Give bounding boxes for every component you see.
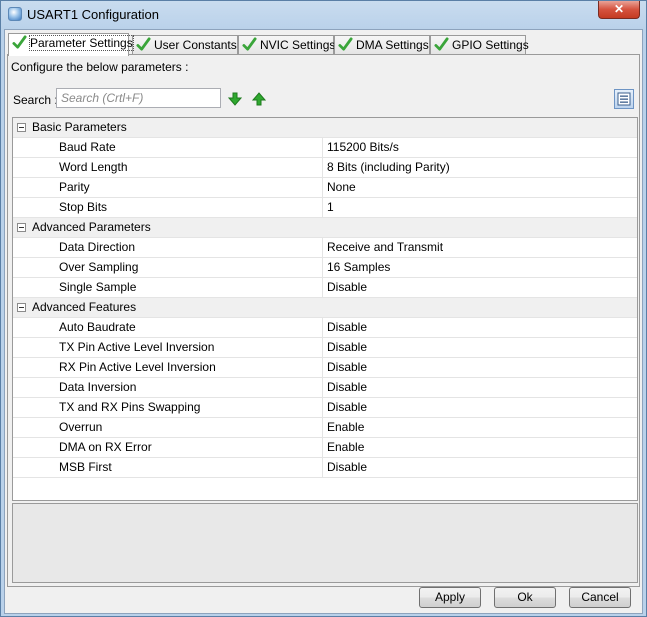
parameter-row[interactable]: MSB First Disable [13, 458, 637, 478]
parameter-row[interactable]: Word Length 8 Bits (including Parity) [13, 158, 637, 178]
parameter-row[interactable]: Baud Rate 115200 Bits/s [13, 138, 637, 158]
parameter-grid: Basic Parameters Baud Rate 115200 Bits/s … [12, 117, 638, 501]
dialog-client-area: Parameter Settings User Constants NVIC S… [4, 29, 643, 614]
close-button[interactable]: ✕ [598, 1, 640, 19]
parameter-name: Overrun [59, 420, 103, 434]
parameter-name: RX Pin Active Level Inversion [59, 360, 216, 374]
parameter-value[interactable]: Enable [322, 438, 627, 457]
check-icon [242, 37, 257, 51]
app-icon [8, 7, 22, 21]
parameter-value[interactable]: 8 Bits (including Parity) [322, 158, 627, 177]
search-input[interactable] [56, 88, 221, 108]
parameter-name: Parity [59, 180, 90, 194]
collapse-minus-icon[interactable] [17, 123, 26, 132]
ok-button[interactable]: Ok [494, 587, 556, 608]
tab-dma-settings[interactable]: DMA Settings [334, 35, 430, 55]
parameter-value[interactable]: Disable [322, 458, 627, 477]
configuration-dialog: USART1 Configuration ✕ Parameter Setting… [0, 0, 647, 617]
tab-label: User Constants [154, 38, 237, 52]
parameter-row[interactable]: Overrun Enable [13, 418, 637, 438]
parameter-name: TX Pin Active Level Inversion [59, 340, 215, 354]
tab-label: Parameter Settings [29, 35, 134, 51]
apply-button[interactable]: Apply [419, 587, 481, 608]
parameter-row[interactable]: Data Inversion Disable [13, 378, 637, 398]
parameter-value[interactable]: Disable [322, 278, 627, 297]
group-header[interactable]: Basic Parameters [13, 118, 637, 138]
tab-gpio-settings[interactable]: GPIO Settings [430, 35, 529, 55]
parameter-value[interactable]: 1 [322, 198, 627, 217]
parameter-value[interactable]: Enable [322, 418, 627, 437]
arrow-down-green-icon[interactable] [228, 92, 242, 106]
parameter-name: Single Sample [59, 280, 137, 294]
description-panel [12, 503, 638, 583]
tab-user-constants[interactable]: User Constants [132, 35, 238, 55]
parameter-name: Auto Baudrate [59, 320, 136, 334]
parameter-row[interactable]: Over Sampling 16 Samples [13, 258, 637, 278]
parameter-value[interactable]: 16 Samples [322, 258, 627, 277]
parameter-row[interactable]: Parity None [13, 178, 637, 198]
parameter-settings-panel: Configure the below parameters : Search … [7, 54, 640, 587]
parameter-value[interactable]: Disable [322, 398, 627, 417]
parameter-row[interactable]: Stop Bits 1 [13, 198, 637, 218]
group-label: Advanced Parameters [32, 220, 151, 234]
check-icon [12, 35, 27, 49]
parameter-row[interactable]: Data Direction Receive and Transmit [13, 238, 637, 258]
parameter-row[interactable]: TX and RX Pins Swapping Disable [13, 398, 637, 418]
parameter-name: Stop Bits [59, 200, 108, 214]
parameter-value[interactable]: Disable [322, 318, 627, 337]
window-title: USART1 Configuration [27, 7, 159, 22]
parameter-name: Data Inversion [59, 380, 137, 394]
collapse-minus-icon[interactable] [17, 223, 26, 232]
tab-label: GPIO Settings [452, 38, 529, 52]
parameter-value[interactable]: None [322, 178, 627, 197]
parameter-value[interactable]: Disable [322, 378, 627, 397]
list-view-icon [617, 92, 631, 106]
title-bar[interactable]: USART1 Configuration ✕ [1, 1, 646, 28]
tab-parameter-settings[interactable]: Parameter Settings [8, 33, 134, 56]
parameter-row[interactable]: Auto Baudrate Disable [13, 318, 637, 338]
parameter-row[interactable]: TX Pin Active Level Inversion Disable [13, 338, 637, 358]
parameter-row[interactable]: DMA on RX Error Enable [13, 438, 637, 458]
parameter-value[interactable]: 115200 Bits/s [322, 138, 627, 157]
group-header[interactable]: Advanced Features [13, 298, 637, 318]
parameter-value[interactable]: Disable [322, 358, 627, 377]
parameter-name: DMA on RX Error [59, 440, 152, 454]
parameter-name: Data Direction [59, 240, 136, 254]
search-label: Search : [13, 93, 58, 107]
parameter-name: Baud Rate [59, 140, 116, 154]
collapse-minus-icon[interactable] [17, 303, 26, 312]
group-label: Advanced Features [32, 300, 137, 314]
cancel-button[interactable]: Cancel [569, 587, 631, 608]
group-header[interactable]: Advanced Parameters [13, 218, 637, 238]
check-icon [338, 37, 353, 51]
check-icon [434, 37, 449, 51]
tab-nvic-settings[interactable]: NVIC Settings [238, 35, 336, 55]
arrow-up-green-icon[interactable] [252, 92, 266, 106]
parameter-row[interactable]: Single Sample Disable [13, 278, 637, 298]
parameter-row[interactable]: RX Pin Active Level Inversion Disable [13, 358, 637, 378]
check-icon [136, 37, 151, 51]
parameter-value[interactable]: Receive and Transmit [322, 238, 627, 257]
parameter-name: MSB First [59, 460, 112, 474]
configure-instructions: Configure the below parameters : [11, 60, 189, 74]
tab-label: DMA Settings [356, 38, 429, 52]
parameter-name: TX and RX Pins Swapping [59, 400, 201, 414]
parameter-name: Word Length [59, 160, 128, 174]
parameter-value[interactable]: Disable [322, 338, 627, 357]
list-view-button[interactable] [614, 89, 634, 109]
parameter-name: Over Sampling [59, 260, 139, 274]
group-label: Basic Parameters [32, 120, 127, 134]
tab-label: NVIC Settings [260, 38, 336, 52]
